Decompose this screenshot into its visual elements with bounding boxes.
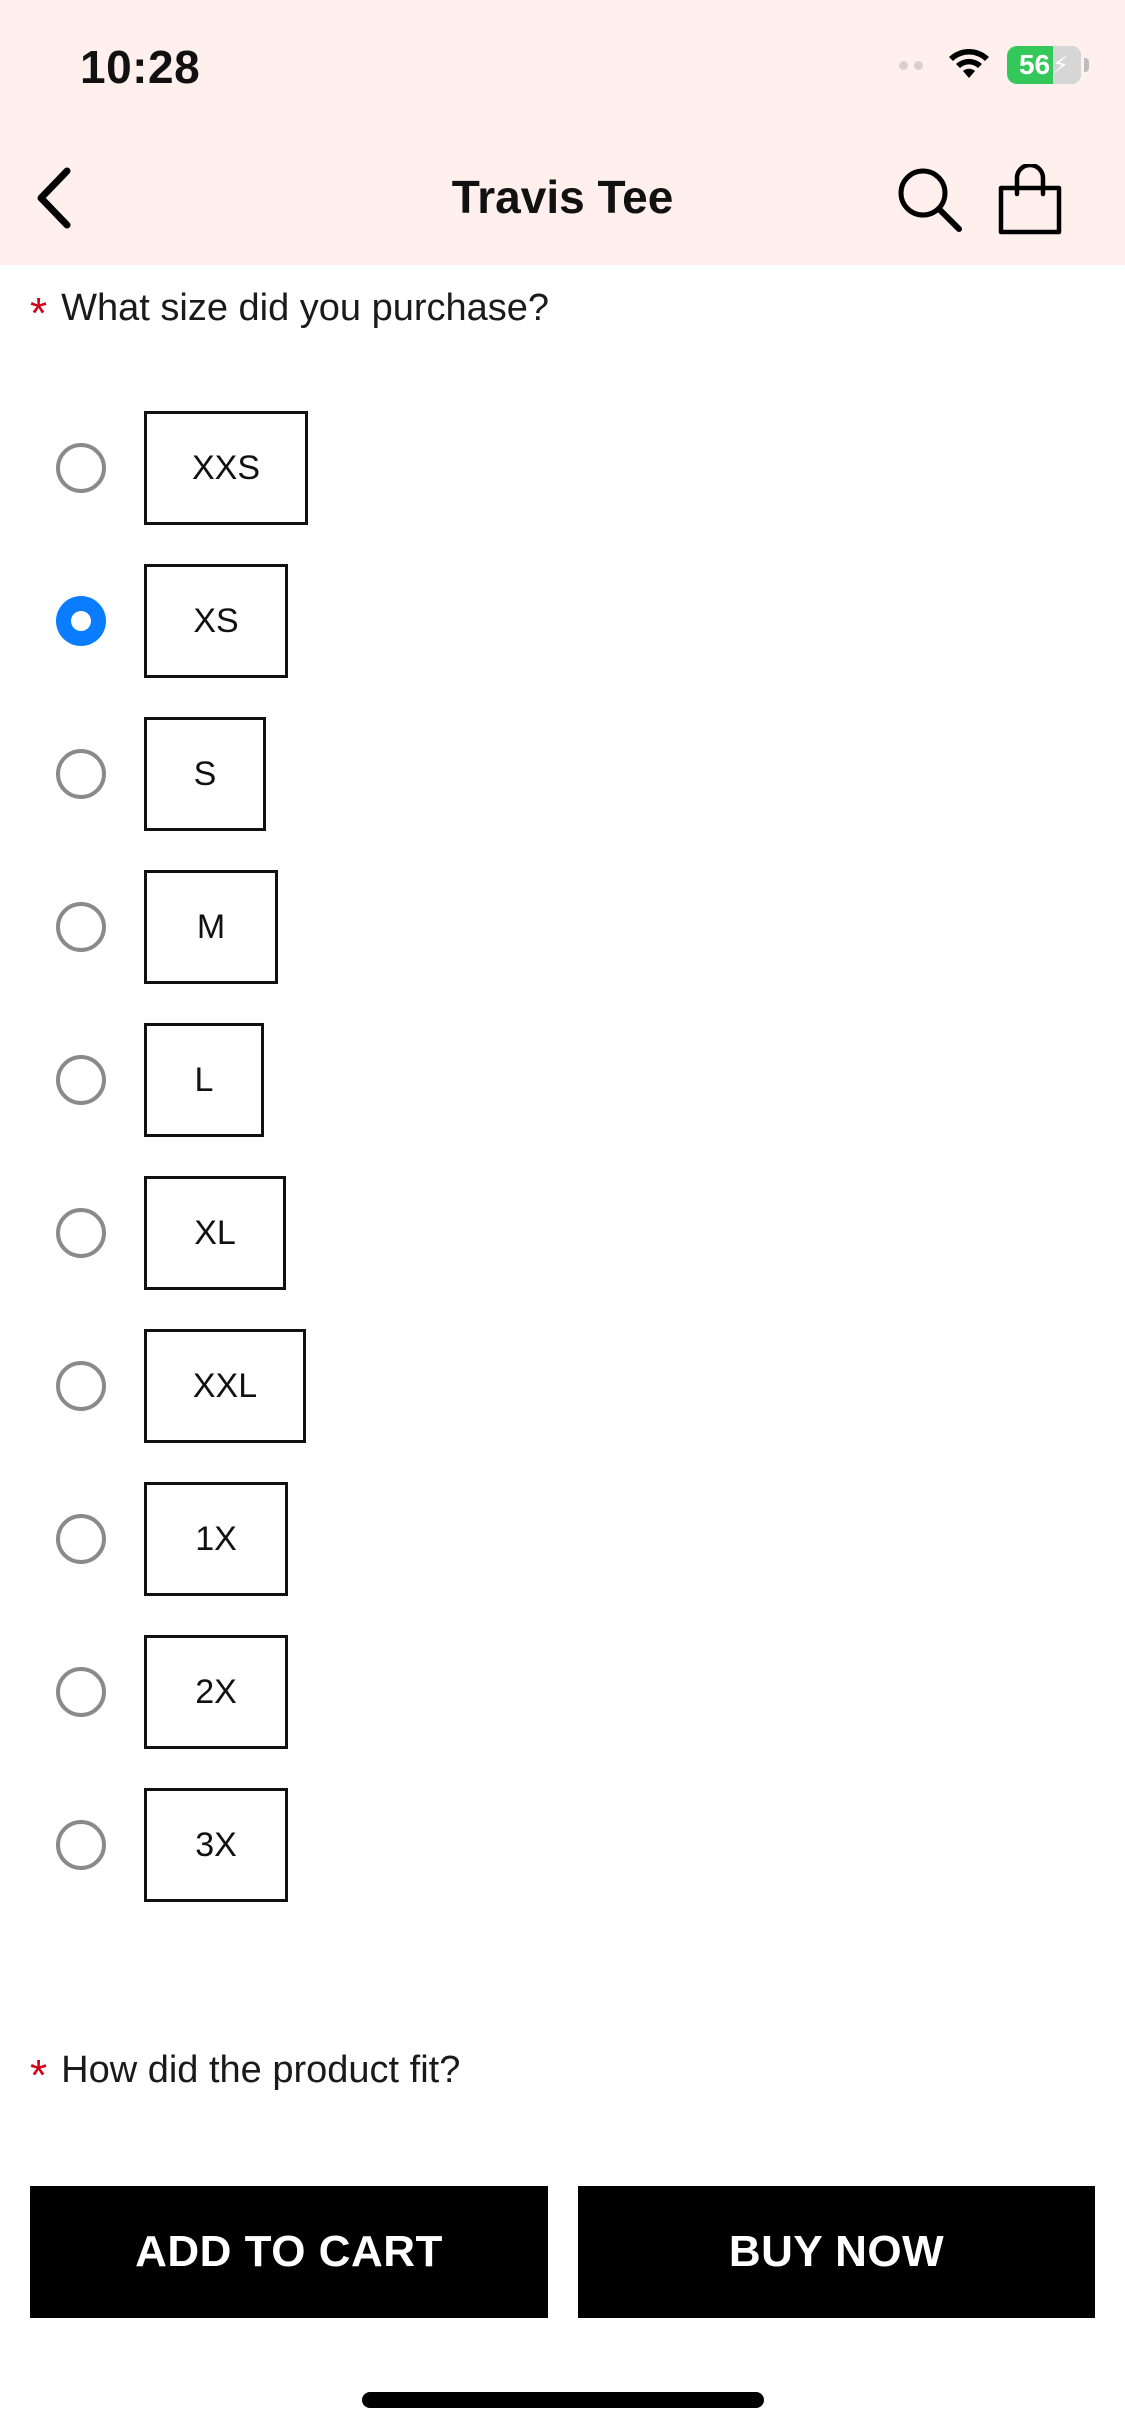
size-option-2x[interactable]: 2X xyxy=(56,1635,288,1749)
radio-m[interactable] xyxy=(56,902,106,952)
buy-now-button[interactable]: BUY NOW xyxy=(578,2186,1095,2318)
shopping-bag-icon xyxy=(998,164,1062,235)
radio-1x[interactable] xyxy=(56,1514,106,1564)
size-option-l[interactable]: L xyxy=(56,1023,264,1137)
size-option-3x[interactable]: 3X xyxy=(56,1788,288,1902)
size-option-m[interactable]: M xyxy=(56,870,278,984)
size-option-xxl[interactable]: XXL xyxy=(56,1329,306,1443)
radio-xxs[interactable] xyxy=(56,443,106,493)
required-mark: * xyxy=(30,2051,48,2100)
home-indicator[interactable] xyxy=(362,2392,764,2408)
battery-level: 56 xyxy=(1018,49,1051,80)
size-chip-1x[interactable]: 1X xyxy=(144,1482,288,1596)
cellular-signal-icon xyxy=(899,60,923,70)
size-question-text: What size did you purchase? xyxy=(61,286,550,329)
radio-l[interactable] xyxy=(56,1055,106,1105)
size-option-s[interactable]: S xyxy=(56,717,266,831)
charging-bolt-icon: ⚡ xyxy=(1052,51,1069,79)
radio-xl[interactable] xyxy=(56,1208,106,1258)
size-chip-2x[interactable]: 2X xyxy=(144,1635,288,1749)
size-chip-xxs[interactable]: XXS xyxy=(144,411,308,525)
add-to-cart-button[interactable]: ADD TO CART xyxy=(30,2186,548,2318)
fit-question-label: * How did the product fit? xyxy=(30,2048,461,2098)
size-chip-s[interactable]: S xyxy=(144,717,266,831)
required-mark: * xyxy=(30,289,48,338)
fit-question-text: How did the product fit? xyxy=(61,2048,461,2091)
radio-xxl[interactable] xyxy=(56,1361,106,1411)
size-chip-xs[interactable]: XS xyxy=(144,564,288,678)
search-button[interactable] xyxy=(890,160,970,240)
size-option-1x[interactable]: 1X xyxy=(56,1482,288,1596)
radio-2x[interactable] xyxy=(56,1667,106,1717)
size-chip-l[interactable]: L xyxy=(144,1023,264,1137)
status-time: 10:28 xyxy=(80,41,201,93)
size-option-xs[interactable]: XS xyxy=(56,564,288,678)
size-chip-xl[interactable]: XL xyxy=(144,1176,286,1290)
wifi-icon xyxy=(949,49,989,78)
size-chip-xxl[interactable]: XXL xyxy=(144,1329,306,1443)
search-icon xyxy=(898,168,962,232)
radio-xs[interactable] xyxy=(56,596,106,646)
size-option-xl[interactable]: XL xyxy=(56,1176,286,1290)
size-chip-3x[interactable]: 3X xyxy=(144,1788,288,1902)
size-option-xxs[interactable]: XXS xyxy=(56,411,308,525)
radio-s[interactable] xyxy=(56,749,106,799)
size-chip-m[interactable]: M xyxy=(144,870,278,984)
status-icons: 56 ⚡ xyxy=(899,46,1089,84)
size-question-label: * What size did you purchase? xyxy=(30,286,550,336)
cart-button[interactable] xyxy=(990,160,1070,240)
top-header-area: 10:28 56 ⚡ Travis Tee xyxy=(0,0,1125,265)
radio-3x[interactable] xyxy=(56,1820,106,1870)
battery-icon: 56 ⚡ xyxy=(1007,46,1089,84)
